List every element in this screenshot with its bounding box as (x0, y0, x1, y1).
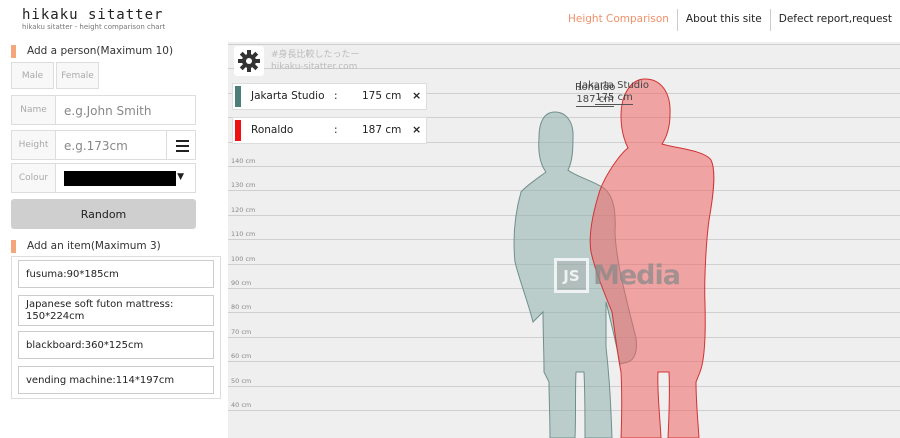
name-field[interactable]: Name e.g.John Smith (11, 95, 196, 125)
person-height: 175 cm (362, 90, 402, 102)
main-nav: Height Comparison About this site Defect… (560, 9, 900, 31)
height-list-button[interactable] (166, 130, 196, 160)
item-fusuma[interactable]: fusuma:90*185cm (18, 260, 214, 288)
gear-icon (238, 50, 260, 72)
person-name: Ronaldo (251, 124, 294, 136)
jsmedia-overlay-logo: JS Media (554, 258, 681, 293)
item-vending-machine[interactable]: vending machine:114*197cm (18, 366, 214, 394)
height-chart: 150 cm140 cm130 cm120 cm110 cm100 cm90 c… (228, 42, 900, 438)
jakarta-label-height: 175 cm (595, 92, 633, 105)
height-label: Height (12, 131, 56, 159)
nav-about[interactable]: About this site (676, 9, 770, 31)
name-input[interactable]: e.g.John Smith (64, 104, 152, 118)
site-logo[interactable]: hikaku sitatter (22, 7, 163, 23)
colour-label: Colour (12, 164, 56, 192)
add-item-title: Add an item(Maximum 3) (11, 240, 161, 253)
dropdown-caret-icon[interactable]: ▼ (177, 172, 184, 182)
watermark-line-1: #身長比較したったー (271, 50, 360, 60)
chart-watermark: #身長比較したったー hikaku-sitatter.com (271, 49, 360, 73)
person-height: 187 cm (362, 124, 402, 136)
remove-person-icon[interactable]: × (412, 89, 421, 102)
jsmedia-badge: JS (554, 258, 589, 293)
female-button[interactable]: Female (56, 62, 99, 89)
person-color-swatch (235, 120, 241, 141)
male-button[interactable]: Male (11, 62, 54, 89)
item-blackboard[interactable]: blackboard:360*125cm (18, 331, 214, 359)
person-name: Jakarta Studio (251, 90, 325, 102)
site-tagline: hikaku sitatter - height comparison char… (22, 23, 166, 31)
person-card-ronaldo[interactable]: Ronaldo : 187 cm × (232, 117, 427, 144)
random-button[interactable]: Random (11, 199, 196, 229)
person-card-jakarta[interactable]: Jakarta Studio : 175 cm × (232, 83, 427, 110)
list-icon-line (176, 150, 189, 152)
height-input[interactable]: e.g.173cm (64, 139, 128, 153)
list-icon (176, 140, 189, 142)
nav-defect-report[interactable]: Defect report,request (769, 9, 900, 31)
item-futon[interactable]: Japanese soft futon mattress: 150*224cm (18, 295, 214, 326)
settings-button[interactable] (234, 46, 264, 76)
height-field[interactable]: Height e.g.173cm (11, 130, 167, 160)
jakarta-label-name: Jakarta Studio (579, 80, 650, 91)
jakarta-height-label: Jakarta Studio 175 cm (579, 80, 649, 105)
item-list: fusuma:90*185cm Japanese soft futon matt… (11, 256, 221, 399)
person-separator: : (334, 90, 338, 102)
person-separator: : (334, 124, 338, 136)
add-person-title: Add a person(Maximum 10) (11, 45, 173, 58)
colour-swatch[interactable] (64, 171, 176, 186)
top-header: hikaku sitatter hikaku sitatter - height… (0, 0, 900, 43)
remove-person-icon[interactable]: × (412, 123, 421, 136)
person-color-swatch (235, 86, 241, 107)
list-icon-line (176, 145, 189, 147)
jsmedia-wordmark: Media (593, 260, 681, 291)
name-label: Name (12, 96, 56, 124)
colour-field[interactable]: Colour ▼ (11, 163, 196, 193)
nav-height-comparison[interactable]: Height Comparison (560, 9, 677, 31)
watermark-line-2: hikaku-sitatter.com (271, 62, 358, 72)
